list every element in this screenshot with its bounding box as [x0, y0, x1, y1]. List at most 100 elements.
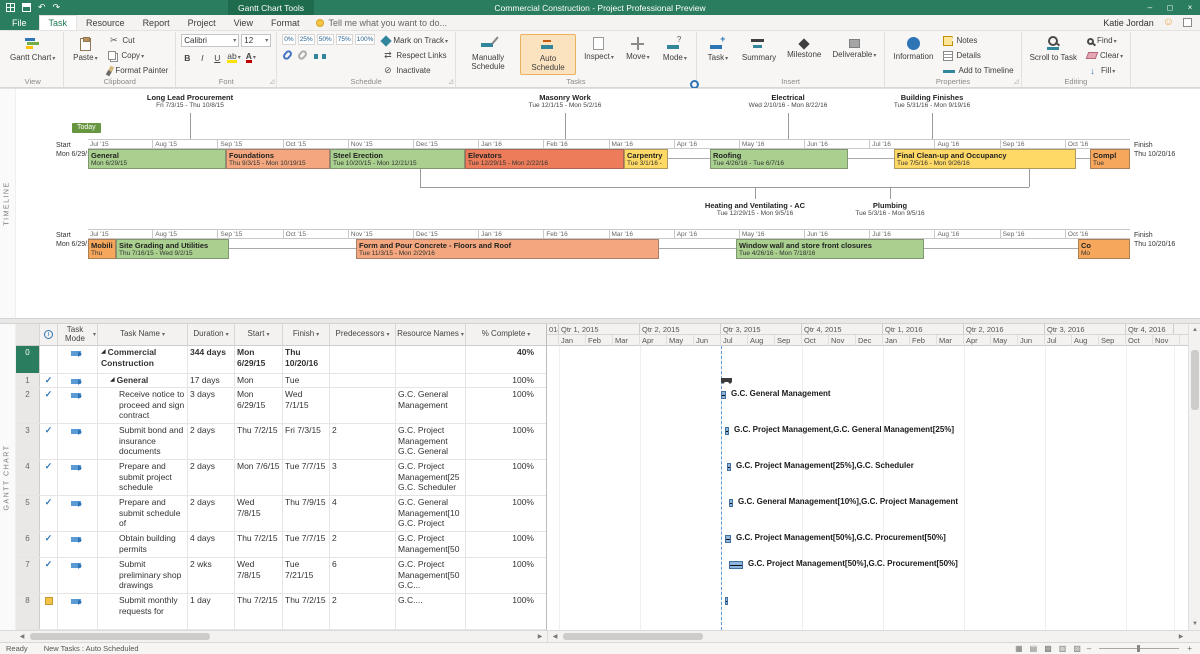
percent-complete-button[interactable]: 50% — [317, 34, 334, 45]
link-tasks-icon[interactable] — [282, 49, 294, 61]
redo-icon[interactable]: ↷ — [53, 3, 61, 12]
timeline-bar-segment[interactable]: Form and Pour Concrete - Floors and Roof… — [356, 239, 659, 259]
clear-button[interactable]: Clear — [1085, 49, 1125, 62]
cell-pct[interactable]: 40% — [466, 346, 547, 373]
scroll-down-icon[interactable]: ▼ — [1189, 618, 1200, 630]
column-filter-arrow-icon[interactable] — [385, 330, 389, 339]
cell-res[interactable] — [396, 346, 466, 373]
cell-res[interactable]: G.C. Project Management[50 — [396, 532, 466, 557]
minimize-button[interactable]: – — [1140, 0, 1160, 15]
insert-deliverable-button[interactable]: Deliverable — [829, 34, 879, 62]
insert-summary-button[interactable]: Summary — [739, 34, 779, 64]
timeline-bar-segment[interactable]: Final Clean-up and OccupancyTue 7/5/16 -… — [894, 149, 1076, 169]
task-usage-view-shortcut-icon[interactable]: ▤ — [1029, 645, 1039, 653]
timeline-bar-segment[interactable]: CarpentryTue 3/1/16 - — [624, 149, 668, 169]
report-view-shortcut-icon[interactable]: ▨ — [1072, 645, 1082, 653]
table-row[interactable]: 0◢Commercial Construction344 daysMon 6/2… — [16, 346, 546, 374]
gantt-scroll-thumb[interactable] — [563, 633, 703, 640]
cell-finish[interactable]: Tue 7/7/15 — [283, 460, 330, 495]
format-painter-button[interactable]: Format Painter — [106, 64, 170, 77]
cell-res[interactable] — [396, 374, 466, 387]
cell-pred[interactable]: 2 — [330, 424, 396, 459]
cell-name[interactable]: ◢Commercial Construction — [98, 346, 188, 373]
timeline-callout[interactable]: ElectricalWed 2/10/16 - Mon 8/22/16 — [708, 93, 868, 110]
cell-num[interactable]: 7 — [16, 558, 40, 593]
column-header-info[interactable] — [40, 324, 58, 345]
cell-pred[interactable]: 2 — [330, 594, 396, 629]
resource-sheet-view-shortcut-icon[interactable]: ▥ — [1058, 645, 1068, 653]
timeline-bar-segment[interactable]: ElevatorsTue 12/29/15 - Mon 2/22/16 — [465, 149, 624, 169]
column-header-pred[interactable]: Predecessors — [330, 324, 396, 345]
cell-mode[interactable] — [58, 558, 98, 593]
task-bar[interactable] — [729, 561, 743, 569]
timeline-bar-segment[interactable]: FoundationsThu 9/3/15 - Mon 10/19/15 — [226, 149, 330, 169]
cell-mode[interactable] — [58, 496, 98, 531]
share-icon[interactable] — [1183, 18, 1192, 27]
cell-duration[interactable]: 4 days — [188, 532, 235, 557]
mark-on-track-button[interactable]: Mark on Track — [380, 34, 450, 47]
user-name[interactable]: Katie Jordan — [1103, 18, 1154, 28]
cell-pct[interactable]: 100% — [466, 374, 547, 387]
table-row[interactable]: 3✓Submit bond and insurance documents2 d… — [16, 424, 546, 460]
percent-complete-button[interactable]: 25% — [298, 34, 315, 45]
inspect-button[interactable]: Inspect — [581, 34, 617, 64]
table-row[interactable]: 7✓Submit preliminary shop drawings2 wksW… — [16, 558, 546, 594]
zoom-slider-thumb[interactable] — [1137, 645, 1140, 652]
timeline-bar-segment[interactable]: Site Grading and UtilitiesThu 7/16/15 - … — [116, 239, 229, 259]
timeline-callout[interactable]: Long Lead ProcurementFri 7/3/15 - Thu 10… — [110, 93, 270, 110]
schedule-dialog-launcher-icon[interactable]: ◿ — [448, 78, 453, 85]
cell-mode[interactable] — [58, 424, 98, 459]
information-button[interactable]: Information — [890, 34, 936, 63]
cell-name[interactable]: Prepare and submit project schedule — [98, 460, 188, 495]
cell-info[interactable]: ✓ — [40, 532, 58, 557]
insert-task-button[interactable]: Task — [702, 34, 734, 65]
cell-duration[interactable]: 2 days — [188, 496, 235, 531]
timeline-bar-segment[interactable]: MobiliThu — [88, 239, 116, 259]
fill-button[interactable]: ↓Fill — [1085, 64, 1125, 77]
task-bar[interactable] — [725, 427, 729, 435]
cell-start[interactable]: Wed 7/8/15 — [235, 558, 283, 593]
cell-pred[interactable] — [330, 374, 396, 387]
zoom-out-icon[interactable]: – — [1087, 644, 1091, 653]
table-scroll-left-icon[interactable]: ◀ — [16, 631, 28, 642]
new-tasks-mode-button[interactable]: New Tasks : Auto Scheduled — [44, 644, 139, 653]
timeline-pane[interactable]: TIMELINE StartMon 6/29/15 FinishThu 10/2… — [0, 88, 1200, 318]
cell-pred[interactable] — [330, 346, 396, 373]
cell-duration[interactable]: 2 days — [188, 424, 235, 459]
cell-duration[interactable]: 344 days — [188, 346, 235, 373]
cell-duration[interactable]: 2 wks — [188, 558, 235, 593]
cell-start[interactable]: Mon 6/29/15 — [235, 388, 283, 423]
cell-finish[interactable]: Wed 7/1/15 — [283, 388, 330, 423]
cell-name[interactable]: ◢General Condition — [98, 374, 188, 387]
cell-info[interactable]: ✓ — [40, 496, 58, 531]
cell-start[interactable]: Thu 7/2/15 — [235, 424, 283, 459]
details-button[interactable]: Details — [941, 49, 1015, 62]
cell-pred[interactable]: 3 — [330, 460, 396, 495]
column-header-pct[interactable]: % Complete — [466, 324, 547, 345]
expand-collapse-icon[interactable]: ◢ — [101, 347, 106, 357]
gantt-pane-strip[interactable]: GANTT CHART — [0, 324, 16, 630]
cell-info[interactable] — [40, 594, 58, 629]
vertical-scrollbar[interactable]: ▲ ▼ — [1188, 324, 1200, 630]
column-header-start[interactable]: Start — [235, 324, 283, 345]
cell-pct[interactable]: 100% — [466, 558, 547, 593]
cell-name[interactable]: Submit preliminary shop drawings — [98, 558, 188, 593]
zoom-slider[interactable] — [1099, 648, 1179, 649]
font-color-button[interactable]: A — [245, 51, 257, 64]
find-button[interactable]: Find — [1085, 34, 1125, 47]
scroll-to-task-button[interactable]: Scroll to Task — [1027, 34, 1080, 64]
cell-info[interactable]: ✓ — [40, 424, 58, 459]
cell-pct[interactable]: 100% — [466, 388, 547, 423]
unlink-tasks-icon[interactable] — [297, 49, 309, 61]
column-filter-arrow-icon[interactable] — [265, 330, 269, 339]
timeline-bar-segment[interactable]: Steel ErectionTue 10/20/15 - Mon 12/21/1… — [330, 149, 465, 169]
column-filter-arrow-icon[interactable] — [225, 330, 229, 339]
cell-finish[interactable]: Tue 7/21/15 — [283, 374, 330, 387]
auto-schedule-button[interactable]: Auto Schedule — [520, 34, 576, 75]
font-dialog-launcher-icon[interactable]: ◿ — [270, 78, 275, 85]
mode-button[interactable]: Mode — [659, 34, 691, 65]
tab-resource[interactable]: Resource — [77, 15, 134, 30]
cell-num[interactable]: 1 — [16, 374, 40, 387]
column-header-finish[interactable]: Finish — [283, 324, 330, 345]
close-button[interactable]: × — [1180, 0, 1200, 15]
